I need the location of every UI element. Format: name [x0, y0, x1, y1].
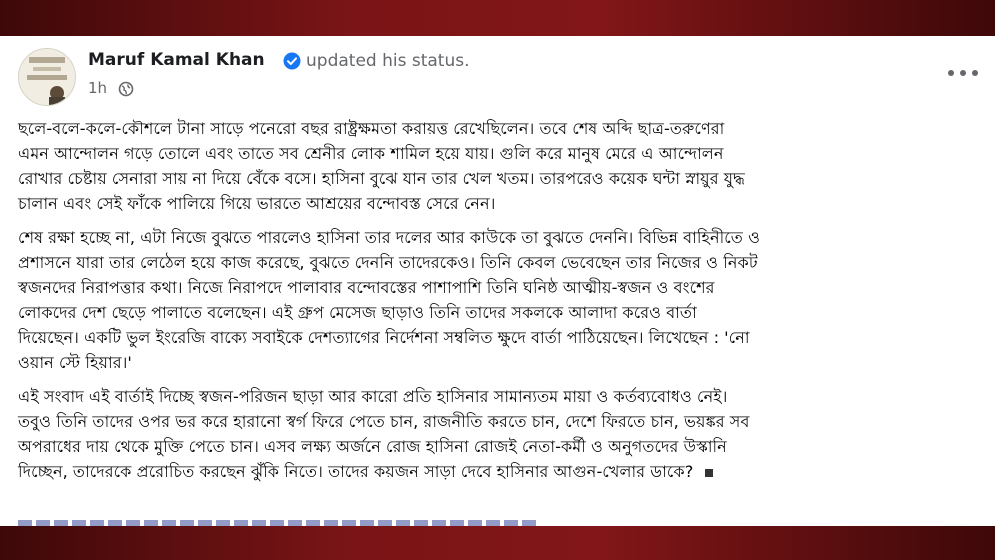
facebook-post-card: Maruf Kamal Khan updated his status. 1h … [0, 36, 995, 526]
more-dot [972, 70, 978, 76]
more-options-icon[interactable] [948, 66, 978, 80]
post-paragraph-1: ছলে-বলে-কলে-কৌশলে টানা সাড়ে পনেরো বছর র… [18, 119, 745, 213]
post-text: ছলে-বলে-কলে-কৌশলে টানা সাড়ে পনেরো বছর র… [18, 116, 980, 493]
post-action-text: updated his status. [306, 51, 470, 71]
post-header: Maruf Kamal Khan updated his status. 1h [18, 46, 978, 106]
more-dot [948, 70, 954, 76]
post-paragraph-3: এই সংবাদ এই বার্তাই দিচ্ছে স্বজন-পরিজন ছ… [18, 384, 980, 484]
post-timestamp[interactable]: 1h [88, 79, 107, 97]
globe-icon[interactable] [118, 81, 134, 97]
background-frame-bottom [0, 526, 995, 560]
profile-avatar[interactable] [18, 48, 76, 106]
author-name[interactable]: Maruf Kamal Khan [88, 50, 265, 70]
verified-badge-icon [283, 52, 301, 70]
more-dot [960, 70, 966, 76]
post-paragraph-2: শেষ রক্ষা হচ্ছে না, এটা নিজে বুঝতে পারলে… [18, 228, 760, 372]
avatar-image [19, 49, 75, 105]
end-mark-icon [705, 468, 714, 477]
post-paragraph-3-text: এই সংবাদ এই বার্তাই দিচ্ছে স্বজন-পরিজন ছ… [18, 387, 750, 481]
background-frame-top [0, 0, 995, 36]
